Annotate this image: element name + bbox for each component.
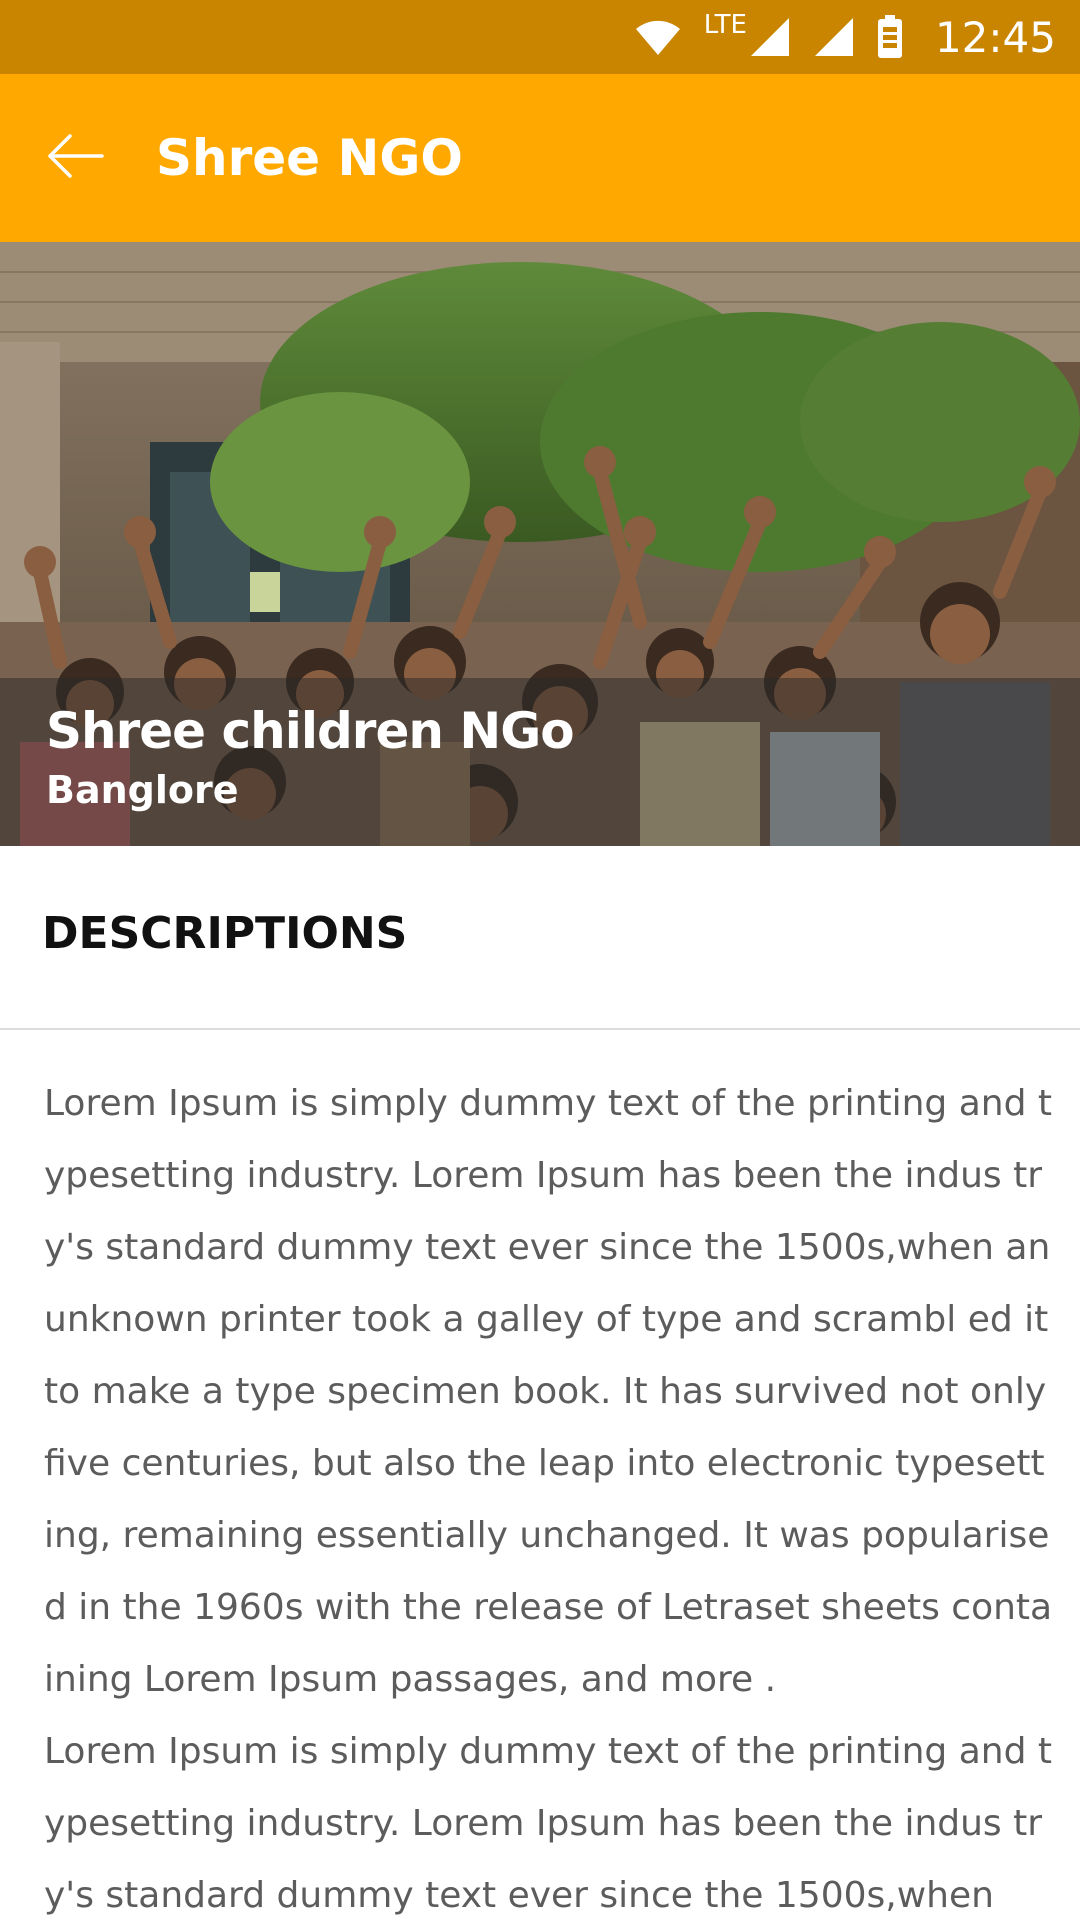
lte-label: LTE <box>703 10 747 40</box>
description-body: Lorem Ipsum is simply dummy text of the … <box>44 1068 1054 1920</box>
status-icons: LTE 12:45 <box>634 0 1056 74</box>
descriptions-section-header: DESCRIPTIONS <box>0 846 1080 1030</box>
back-button[interactable] <box>36 118 116 198</box>
battery-icon <box>877 15 903 59</box>
signal-icon <box>749 16 791 58</box>
app-bar: Shree NGO <box>0 74 1080 242</box>
status-bar: LTE 12:45 <box>0 0 1080 74</box>
section-title: DESCRIPTIONS <box>42 908 408 959</box>
hero-banner: Shree children NGo Banglore <box>0 242 1080 846</box>
hero-title: Shree children NGo <box>46 702 575 760</box>
lte-signal-indicator: LTE <box>704 12 791 58</box>
wifi-icon <box>634 17 682 57</box>
hero-subtitle: Banglore <box>46 768 239 812</box>
signal-icon <box>813 16 855 58</box>
clock: 12:45 <box>934 12 1056 62</box>
app-title: Shree NGO <box>156 129 463 187</box>
arrow-left-icon <box>46 134 106 182</box>
description-paragraph: Lorem Ipsum is simply dummy text of the … <box>44 1731 1052 1916</box>
description-paragraph: Lorem Ipsum is simply dummy text of the … <box>44 1083 1053 1700</box>
